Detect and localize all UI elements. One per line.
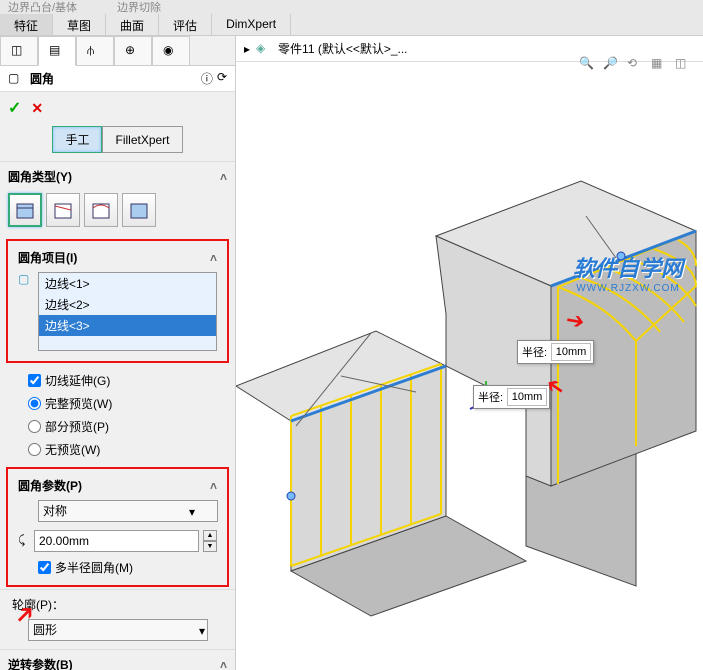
full-preview-radio[interactable] [28, 397, 41, 410]
callout-label: 半径: [476, 389, 505, 405]
chevron-up-icon: ˄ [220, 170, 227, 184]
fillet-type-section: 圆角类型(Y) ˄ [0, 161, 235, 237]
panel-tab-feature-tree[interactable]: ◫ [0, 36, 38, 66]
fillet-type-full[interactable] [122, 193, 156, 227]
feature-title: 圆角 [30, 70, 54, 87]
help-icon[interactable]: ⓘ [201, 70, 213, 87]
panel-tab-dim[interactable]: ⊕ [114, 36, 152, 66]
reverse-params-header[interactable]: 逆转参数(B) ˄ [8, 654, 227, 670]
pin-icon[interactable]: ⟳ [217, 70, 227, 87]
fillet-items-section: 圆角项目(I) ˄ ▢ 边线<1> 边线<2> 边线<3> [10, 243, 225, 359]
tab-surface[interactable]: 曲面 [106, 14, 159, 35]
radius-callout[interactable]: 半径: [473, 385, 550, 409]
watermark-url: WWW.RJZXW.COM [573, 283, 683, 294]
profile-select[interactable]: 圆形 [28, 619, 208, 641]
manual-mode-button[interactable]: 手工 [52, 126, 102, 153]
tangent-propagation-label: 切线延伸(G) [45, 372, 110, 389]
feature-header: ▢ 圆角 ⓘ ⟳ [0, 66, 235, 92]
tab-evaluate[interactable]: 评估 [159, 14, 212, 35]
fillet-items-header[interactable]: 圆角项目(I) ˄ [18, 247, 217, 268]
tree-icon: ◫ [11, 43, 27, 59]
callout-label: 半径: [520, 344, 549, 360]
property-manager: ◫ ▤ ⫛ ⊕ ◉ ▢ 圆角 ⓘ ⟳ ✓ ✕ 手工 FilletXpert [0, 36, 236, 670]
fillet-mode-buttons: 手工 FilletXpert [0, 124, 235, 161]
list-empty-row[interactable] [39, 336, 216, 350]
fillet-type-constant[interactable] [8, 193, 42, 227]
toolbar-item: 边界切除 [117, 0, 161, 15]
edge-select-icon: ▢ [18, 272, 34, 288]
spinner-up[interactable]: ▲ [203, 530, 217, 541]
radius-callout[interactable]: 半径: [517, 340, 594, 364]
fillet-type-face[interactable] [84, 193, 118, 227]
watermark: 软件自学网 WWW.RJZXW.COM [573, 251, 683, 294]
symmetry-select[interactable]: 对称 [38, 500, 218, 522]
ok-button[interactable]: ✓ [8, 98, 21, 118]
target-icon: ⊕ [125, 43, 141, 59]
tab-features[interactable]: 特征 [0, 14, 53, 35]
chevron-up-icon: ˄ [220, 658, 227, 670]
graphics-viewport[interactable]: ▸ ◈ 零件11 (默认<<默认>_... 🔍 🔎 ⟲ ▦ ◫ [236, 36, 703, 670]
no-preview-label: 无预览(W) [45, 441, 100, 458]
full-preview-label: 完整预览(W) [45, 395, 112, 412]
radius-icon: ⤹ [18, 533, 30, 549]
edge-selection-list[interactable]: 边线<1> 边线<2> 边线<3> [38, 272, 217, 351]
list-item[interactable]: 边线<2> [39, 294, 216, 315]
partial-preview-label: 部分预览(P) [45, 418, 109, 435]
tangent-propagation-checkbox[interactable] [28, 374, 41, 387]
list-item[interactable]: 边线<1> [39, 273, 216, 294]
reverse-params-section: 逆转参数(B) ˄ [0, 649, 235, 670]
fillet-type-header[interactable]: 圆角类型(Y) ˄ [8, 166, 227, 187]
chevron-up-icon: ˄ [210, 251, 217, 265]
no-preview-radio[interactable] [28, 443, 41, 456]
multi-radius-label: 多半径圆角(M) [55, 559, 133, 576]
multi-radius-checkbox[interactable] [38, 561, 51, 574]
tab-sketch[interactable]: 草图 [53, 14, 106, 35]
callout-input[interactable] [507, 388, 547, 406]
fillet-params-section: 圆角参数(P) ˄ 对称 ▾ ⤹ ▲ ▼ 多半径圆角 [10, 471, 225, 583]
panel-tab-property[interactable]: ▤ [38, 36, 76, 66]
panel-tab-config[interactable]: ⫛ [76, 36, 114, 66]
radius-input[interactable] [34, 530, 199, 552]
tab-dimxpert[interactable]: DimXpert [212, 14, 291, 35]
disabled-toolbar: 边界凸台/基体 边界切除 [0, 0, 703, 14]
cancel-button[interactable]: ✕ [31, 100, 43, 117]
profile-header: 轮廓(P)： [8, 594, 227, 615]
command-tabs: 特征 草图 曲面 评估 DimXpert [0, 14, 703, 36]
callout-input[interactable] [551, 343, 591, 361]
profile-section: 轮廓(P)： 圆形 ▾ [0, 589, 235, 649]
preview-options: 切线延伸(G) 完整预览(W) 部分预览(P) 无预览(W) [0, 365, 235, 465]
fillet-type-variable[interactable] [46, 193, 80, 227]
chevron-up-icon: ˄ [210, 479, 217, 493]
panel-tab-appearance[interactable]: ◉ [152, 36, 190, 66]
filletxpert-mode-button[interactable]: FilletXpert [102, 126, 182, 153]
partial-preview-radio[interactable] [28, 420, 41, 433]
palette-icon: ◉ [163, 43, 179, 59]
watermark-title: 软件自学网 [573, 251, 683, 283]
spinner-down[interactable]: ▼ [203, 541, 217, 552]
toolbar-item: 边界凸台/基体 [8, 0, 77, 15]
property-icon: ▤ [49, 43, 65, 59]
fillet-params-header[interactable]: 圆角参数(P) ˄ [18, 475, 217, 496]
config-icon: ⫛ [87, 43, 103, 59]
radius-spinner[interactable]: ▲ ▼ [203, 530, 217, 552]
fillet-icon: ▢ [8, 71, 24, 87]
model-3d[interactable] [236, 36, 703, 670]
panel-tabs: ◫ ▤ ⫛ ⊕ ◉ [0, 36, 235, 66]
list-item[interactable]: 边线<3> [39, 315, 216, 336]
confirm-row: ✓ ✕ [0, 92, 235, 124]
